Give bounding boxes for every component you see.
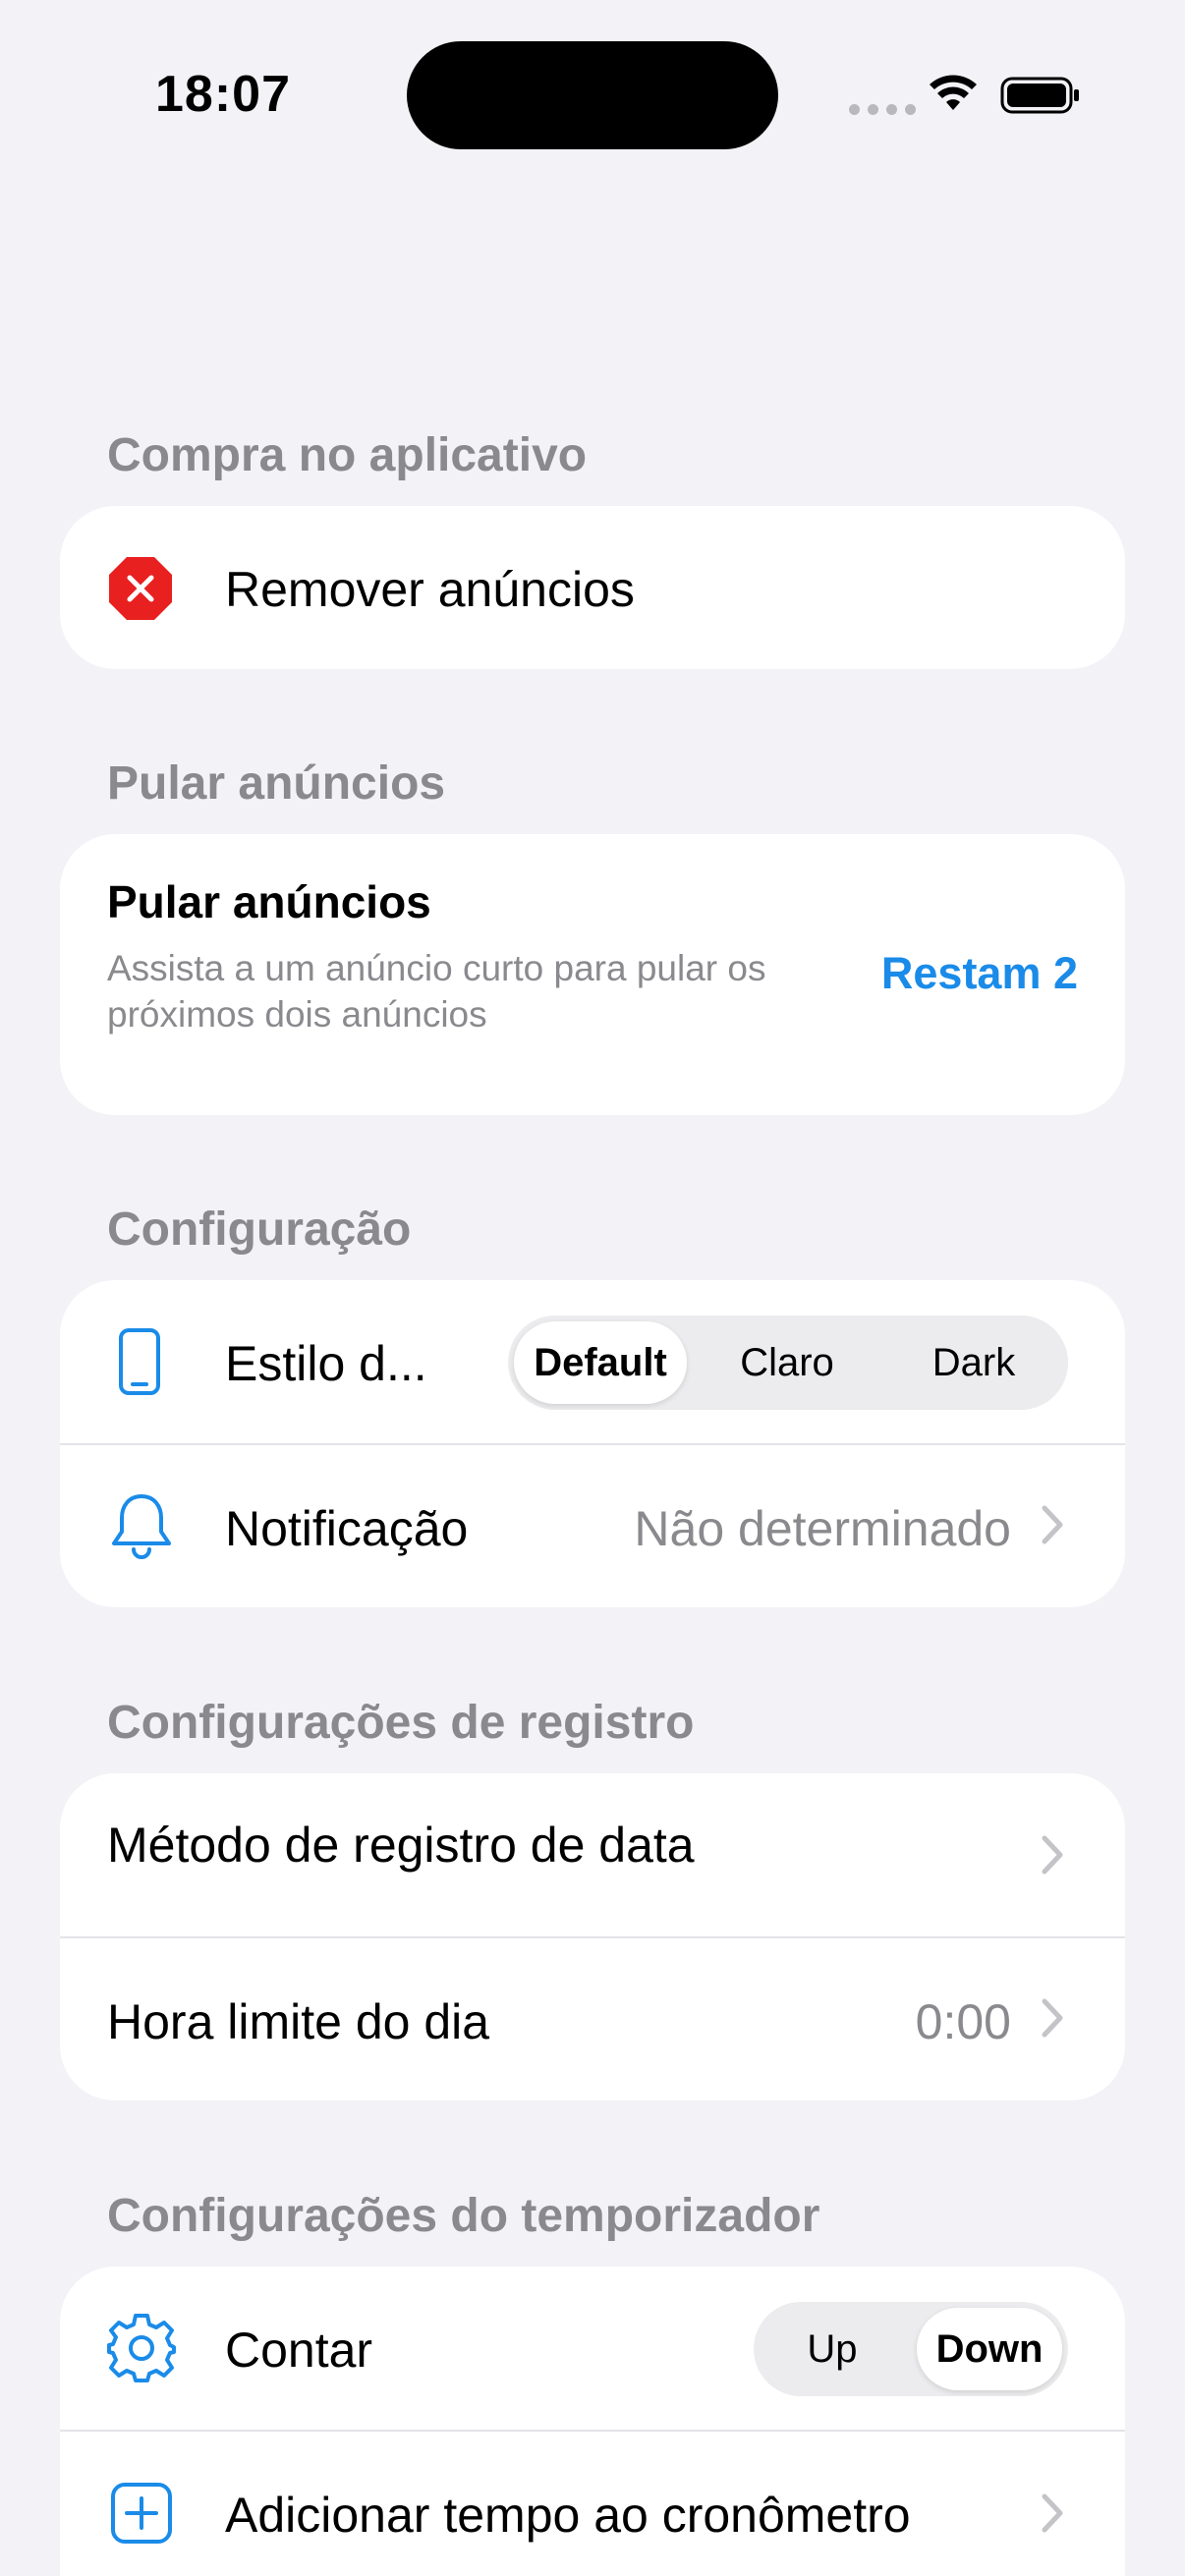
chevron-right-icon xyxy=(1042,2493,1063,2533)
date-method-label: Método de registro de data xyxy=(107,1818,695,1873)
status-bar: 18:07 xyxy=(0,0,1185,196)
card-in-app-purchase: Remover anúncios xyxy=(60,506,1125,669)
bell-icon xyxy=(112,1494,171,1559)
notification-value: Não determinado xyxy=(634,1501,1011,1556)
close-octagon-icon xyxy=(109,557,172,620)
skip-ads-description: Assista a um anúncio curto para pular os… xyxy=(107,945,765,1037)
style-option-default[interactable]: Default xyxy=(514,1321,687,1404)
wifi-icon xyxy=(930,75,977,110)
add-time-row[interactable]: Adicionar tempo ao cronômetro xyxy=(60,2432,1125,2576)
cellular-signal-icon xyxy=(849,104,916,115)
skip-ads-description-line1: Assista a um anúncio curto para pular os xyxy=(107,948,766,988)
day-limit-label: Hora limite do dia xyxy=(107,1994,490,2049)
style-row: Estilo d... Default Claro Dark xyxy=(60,1280,1125,1443)
style-label: Estilo d... xyxy=(225,1336,427,1391)
count-option-up[interactable]: Up xyxy=(760,2308,905,2390)
status-time: 18:07 xyxy=(155,66,291,123)
count-label: Contar xyxy=(225,2323,373,2378)
dynamic-island xyxy=(407,41,778,149)
chevron-right-icon xyxy=(1042,1998,1063,2038)
notification-label: Notificação xyxy=(225,1501,469,1556)
day-limit-value: 0:00 xyxy=(915,1994,1011,2049)
style-segmented-control[interactable]: Default Claro Dark xyxy=(508,1316,1068,1410)
skip-ads-row: Pular anúncios Assista a um anúncio curt… xyxy=(60,834,1125,1115)
notification-row[interactable]: Notificação Não determinado xyxy=(60,1445,1125,1607)
card-configuration: Estilo d... Default Claro Dark Notificaç… xyxy=(60,1280,1125,1607)
section-header-configuration: Configuração xyxy=(107,1204,412,1256)
skip-ads-remaining-button[interactable]: Restam 2 xyxy=(881,948,1078,999)
section-header-timer-settings: Configurações do temporizador xyxy=(107,2190,820,2242)
count-row: Contar Up Down xyxy=(60,2267,1125,2430)
style-option-dark[interactable]: Dark xyxy=(887,1321,1060,1404)
style-option-claro[interactable]: Claro xyxy=(701,1321,874,1404)
count-segmented-control[interactable]: Up Down xyxy=(754,2302,1068,2396)
card-record-settings: Método de registro de data Hora limite d… xyxy=(60,1773,1125,2100)
section-header-record-settings: Configurações de registro xyxy=(107,1697,695,1749)
remove-ads-row[interactable]: Remover anúncios xyxy=(60,506,1125,669)
section-header-in-app-purchase: Compra no aplicativo xyxy=(107,429,588,481)
date-method-row[interactable]: Método de registro de data xyxy=(60,1773,1125,1936)
skip-ads-title: Pular anúncios xyxy=(107,876,431,927)
chevron-right-icon xyxy=(1042,1835,1063,1875)
phone-icon xyxy=(119,1328,160,1395)
skip-ads-description-line2: próximos dois anúncios xyxy=(107,994,487,1035)
day-limit-row[interactable]: Hora limite do dia 0:00 xyxy=(60,1938,1125,2100)
card-timer-settings: Contar Up Down Adicionar tempo ao cronôm… xyxy=(60,2267,1125,2576)
section-header-skip-ads: Pular anúncios xyxy=(107,757,446,810)
chevron-right-icon xyxy=(1042,1505,1063,1544)
count-option-down[interactable]: Down xyxy=(917,2308,1062,2390)
battery-icon xyxy=(1000,77,1079,114)
card-skip-ads: Pular anúncios Assista a um anúncio curt… xyxy=(60,834,1125,1115)
gear-icon xyxy=(107,2314,176,2382)
plus-square-icon xyxy=(111,2483,172,2544)
remove-ads-label: Remover anúncios xyxy=(225,562,635,617)
add-time-label: Adicionar tempo ao cronômetro xyxy=(225,2488,911,2543)
